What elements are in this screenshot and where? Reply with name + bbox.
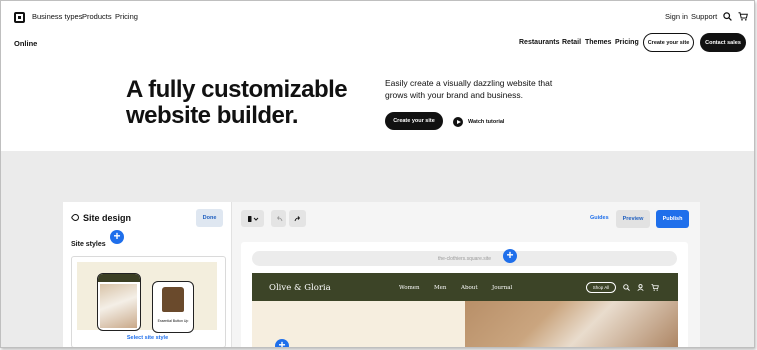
subnav-retail[interactable]: Retail [562, 39, 581, 46]
mobile-device-icon [247, 215, 258, 222]
hero-create-site-button[interactable]: Create your site [385, 112, 443, 130]
contact-sales-button[interactable]: Contact sales [700, 33, 746, 52]
preview-button[interactable]: Preview [616, 210, 650, 228]
site-nav-journal[interactable]: Journal [492, 285, 512, 291]
search-icon[interactable] [723, 12, 732, 21]
add-section-plus-icon[interactable]: + [503, 249, 517, 263]
device-toggle[interactable] [241, 210, 264, 227]
redo-button[interactable] [289, 210, 306, 227]
online-label[interactable]: Online [14, 39, 37, 48]
site-brand[interactable]: Olive & Gloria [269, 283, 331, 293]
site-search-icon[interactable] [623, 284, 630, 291]
undo-icon [276, 215, 282, 221]
site-styles-heading: Site styles [71, 241, 106, 248]
sign-in-link[interactable]: Sign in [665, 12, 688, 21]
sub-nav: Online Restaurants Retail Themes Pricing… [1, 33, 754, 55]
play-icon[interactable] [453, 117, 463, 127]
site-url-bar: the-clothiers.square.site [252, 251, 677, 266]
done-button[interactable]: Done [196, 209, 223, 227]
publish-button[interactable]: Publish [656, 210, 689, 228]
create-site-button[interactable]: Create your site [643, 33, 694, 52]
phone-mockup-product [152, 281, 194, 333]
site-hero-image [465, 301, 678, 347]
watch-tutorial-link[interactable]: Watch tutorial [468, 119, 504, 125]
subnav-themes[interactable]: Themes [585, 39, 611, 46]
site-design-title: Site design [83, 213, 132, 223]
site-account-icon[interactable] [637, 284, 644, 291]
select-site-style-link[interactable]: Select site style [71, 335, 224, 341]
browser-frame: Business types Products Pricing Sign in … [0, 0, 755, 348]
square-logo-icon[interactable] [14, 12, 25, 23]
nav-business-types[interactable]: Business types [32, 12, 82, 21]
subnav-restaurants[interactable]: Restaurants [519, 39, 559, 46]
top-nav: Business types Products Pricing Sign in … [1, 1, 754, 33]
guides-link[interactable]: Guides [590, 215, 609, 221]
site-nav-women[interactable]: Women [399, 285, 420, 291]
support-link[interactable]: Support [691, 12, 717, 21]
nav-pricing[interactable]: Pricing [115, 12, 138, 21]
phone-mockup-model [97, 273, 141, 331]
add-block-plus-icon[interactable]: + [275, 339, 289, 347]
subnav-pricing[interactable]: Pricing [615, 39, 639, 46]
hero-title: A fully customizable website builder. [126, 76, 348, 129]
product-caption: Essential Button Up [157, 319, 189, 323]
redo-icon [294, 215, 300, 221]
nav-products[interactable]: Products [82, 12, 112, 21]
shop-all-button[interactable]: Shop All [586, 282, 616, 293]
site-nav-about[interactable]: About [461, 285, 478, 291]
undo-button[interactable] [271, 210, 286, 227]
add-plus-icon[interactable]: + [110, 230, 124, 244]
cart-icon[interactable] [738, 12, 748, 21]
site-nav-men[interactable]: Men [434, 285, 446, 291]
site-cart-icon[interactable] [651, 284, 659, 291]
hero-subtitle: Easily create a visually dazzling websit… [385, 78, 553, 100]
